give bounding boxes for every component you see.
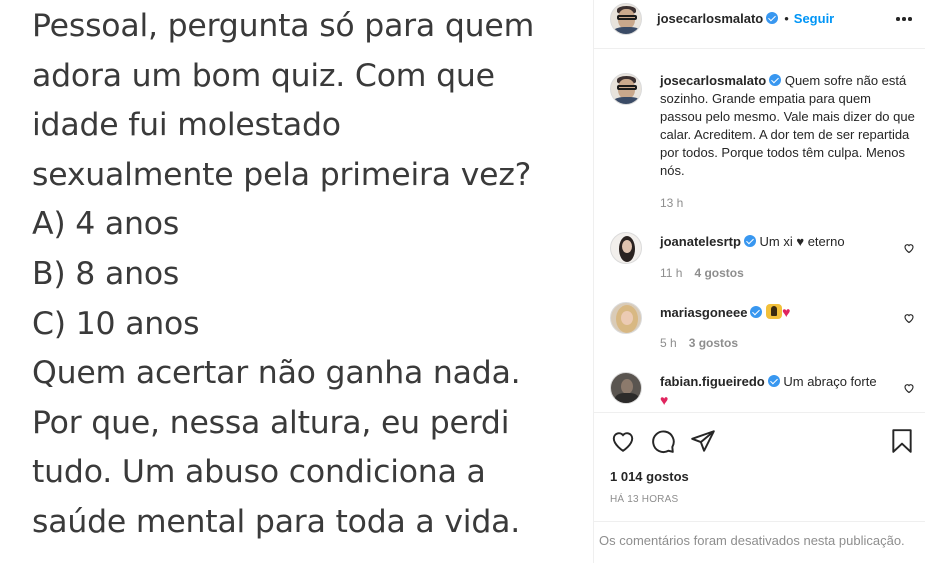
comment-likes[interactable]: 4 gostos <box>694 266 743 280</box>
verified-badge-icon <box>769 74 782 86</box>
post-timestamp[interactable]: HÁ 13 HORAS <box>610 494 678 505</box>
comment-item: joanatelesrtp Um xi ♥ eterno <box>660 233 890 251</box>
post-text-line: Por que, nessa altura, eu perdi <box>32 404 510 441</box>
author-avatar[interactable] <box>610 3 642 35</box>
post-text-line: idade fui molestado <box>32 107 341 144</box>
header-username[interactable]: josecarlosmalato <box>657 11 763 26</box>
verified-badge-icon <box>743 235 756 247</box>
comment-avatar[interactable] <box>610 232 642 264</box>
post-text-line: C) 10 anos <box>32 305 200 342</box>
post-text-line: Pessoal, pergunta só para quem <box>32 8 535 44</box>
heart-icon[interactable] <box>903 312 915 324</box>
comment-item: mariasgoneee ♥ <box>660 303 890 322</box>
separator-dot: • <box>784 11 789 26</box>
comment-text: Um xi ♥ eterno <box>759 234 845 249</box>
heart-icon[interactable] <box>903 382 915 394</box>
raised-hands-emoji-icon <box>766 304 783 319</box>
header-author-row: josecarlosmalato • Seguir <box>657 10 834 28</box>
comments-list: josecarlosmalato Quem sofre não está soz… <box>594 49 925 412</box>
post-text-line: saúde mental para toda a vida. <box>32 503 521 540</box>
comment-bubble-icon[interactable] <box>650 428 676 454</box>
caption-username[interactable]: josecarlosmalato <box>660 73 766 88</box>
post-text-line: A) 4 anos <box>32 206 180 243</box>
comment-meta: 5 h 3 gostos <box>660 336 738 350</box>
comment-time[interactable]: 11 h <box>660 266 682 280</box>
comment-likes[interactable]: 3 gostos <box>689 336 738 350</box>
comment-item: fabian.figueiredo Um abraço forte ♥ <box>660 373 880 410</box>
post-image[interactable]: Pessoal, pergunta só para quem adora um … <box>0 0 593 563</box>
caption-time[interactable]: 13 h <box>660 196 683 210</box>
caption-text: Quem sofre não está sozinho. Grande empa… <box>660 73 915 178</box>
share-paper-plane-icon[interactable] <box>690 428 716 454</box>
post-text-line: adora um bom quiz. Com que <box>32 57 495 94</box>
comment-avatar[interactable] <box>610 302 642 334</box>
red-heart-emoji-icon: ♥ <box>782 304 791 320</box>
verified-badge-icon <box>766 12 779 24</box>
post-text-block: Pessoal, pergunta só para quem adora um … <box>32 2 588 548</box>
comment-username[interactable]: fabian.figueiredo <box>660 374 765 389</box>
save-bookmark-icon[interactable] <box>889 428 915 454</box>
more-options-icon[interactable] <box>896 17 912 21</box>
caption: josecarlosmalato Quem sofre não está soz… <box>660 72 915 180</box>
post-text-line: Quem acertar não ganha nada. <box>32 355 521 392</box>
comment-meta: 11 h 4 gostos <box>660 266 744 280</box>
post-text-line: B) 8 anos <box>32 255 180 292</box>
comment-avatar[interactable] <box>610 372 642 404</box>
heart-icon[interactable] <box>903 242 915 254</box>
comment-time[interactable]: 5 h <box>660 336 677 350</box>
comment-username[interactable]: mariasgoneee <box>660 305 747 320</box>
post-header: josecarlosmalato • Seguir <box>594 0 925 49</box>
verified-badge-icon <box>750 306 763 318</box>
post-actions: 1 014 gostos HÁ 13 HORAS Os comentários … <box>594 412 925 563</box>
comment-username[interactable]: joanatelesrtp <box>660 234 741 249</box>
caption-meta: 13 h <box>660 196 683 210</box>
post-side-panel: josecarlosmalato • Seguir josecarlosmalato… <box>593 0 925 563</box>
comments-disabled-notice: Os comentários foram desativados nesta p… <box>594 521 925 563</box>
verified-badge-icon <box>767 375 780 387</box>
comment-text: Um abraço forte <box>783 374 877 389</box>
likes-count[interactable]: 1 014 gostos <box>610 469 689 484</box>
like-heart-icon[interactable] <box>610 428 636 454</box>
red-heart-emoji-icon: ♥ <box>660 392 669 408</box>
follow-button[interactable]: Seguir <box>794 11 834 26</box>
post-text-line: tudo. Um abuso condiciona a <box>32 454 486 491</box>
caption-avatar[interactable] <box>610 73 642 105</box>
post-text-line: sexualmente pela primeira vez? <box>32 156 532 193</box>
